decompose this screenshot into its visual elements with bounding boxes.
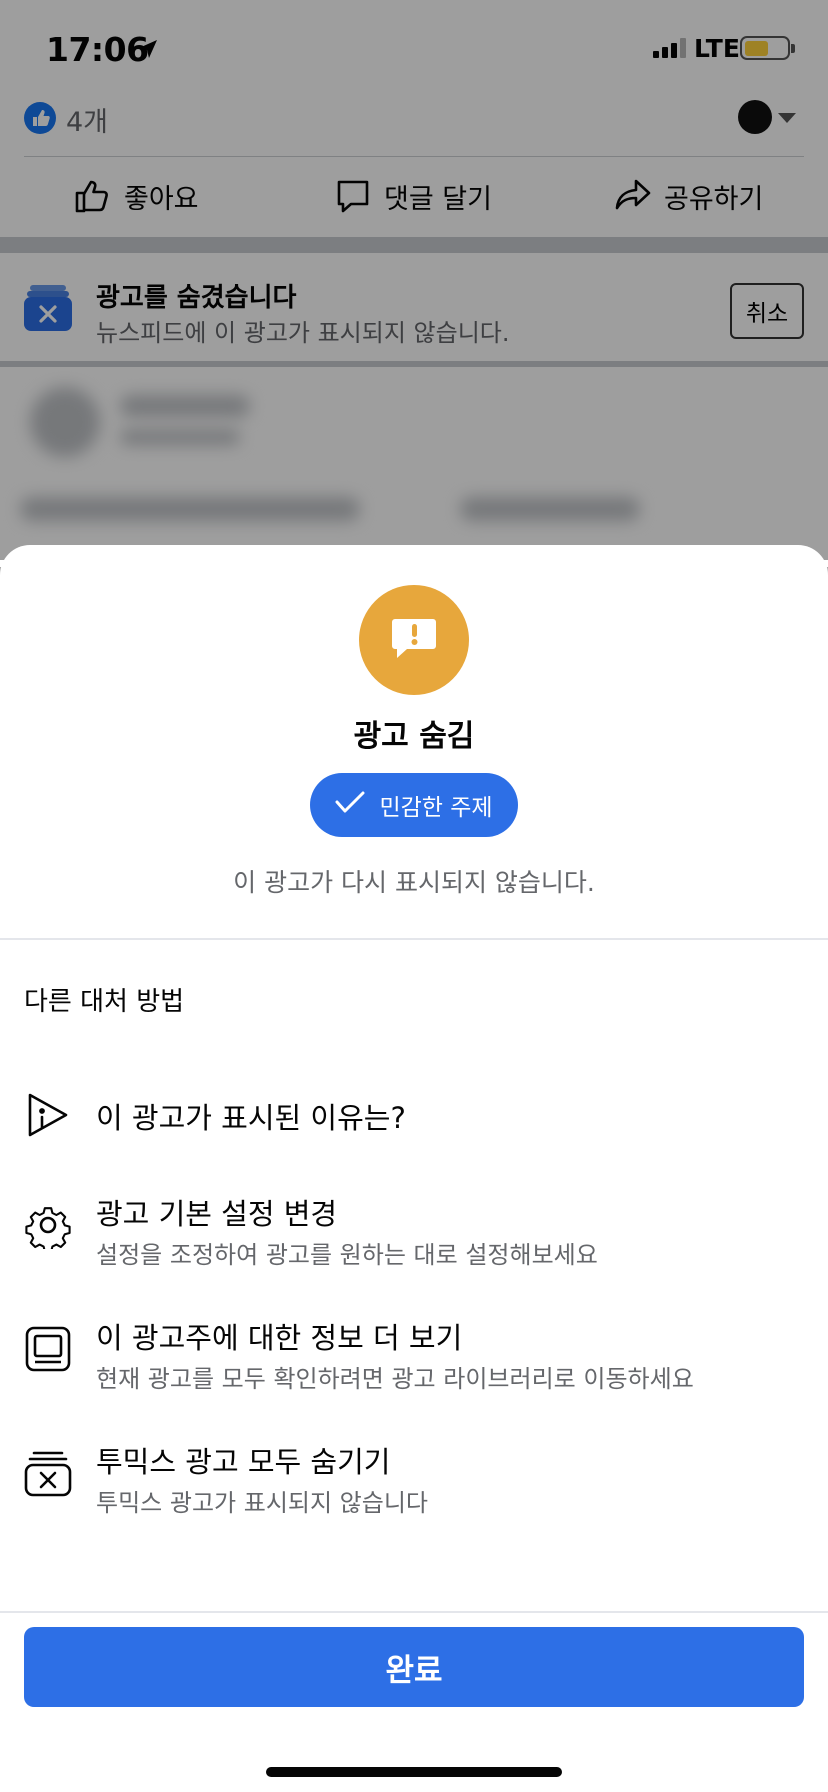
option-why-this-ad[interactable]: 이 광고가 표시된 이유는? <box>0 1067 828 1163</box>
play-triangle-info-icon <box>24 1091 72 1139</box>
reason-pill[interactable]: 민감한 주제 <box>310 773 518 837</box>
hide-ads-icon <box>24 1449 72 1497</box>
option-title: 광고 기본 설정 변경 <box>96 1197 338 1231</box>
alert-badge <box>359 585 469 695</box>
feed-background: 17:06 LTE 4개 좋아요 댓글 달기 공유하기 광고를 숨겼습니다 뉴스… <box>0 0 828 567</box>
modal-scrim[interactable] <box>0 0 828 560</box>
divider <box>0 1611 828 1613</box>
option-description: 투믹스 광고가 표시되지 않습니다 <box>96 1489 429 1517</box>
checkmark-icon <box>335 790 365 820</box>
hide-ad-sheet: 광고 숨김 민감한 주제 이 광고가 다시 표시되지 않습니다. 다른 대처 방… <box>0 545 828 1792</box>
option-title: 이 광고주에 대한 정보 더 보기 <box>96 1321 463 1355</box>
option-title: 이 광고가 표시된 이유는? <box>96 1101 406 1135</box>
reason-pill-label: 민감한 주제 <box>379 795 493 821</box>
sheet-subtitle: 이 광고가 다시 표시되지 않습니다. <box>233 868 595 897</box>
gear-icon <box>24 1201 72 1253</box>
ad-library-icon <box>24 1325 72 1373</box>
section-heading: 다른 대처 방법 <box>24 987 185 1017</box>
option-advertiser-info[interactable]: 이 광고주에 대한 정보 더 보기 현재 광고를 모두 확인하려면 광고 라이브… <box>0 1311 828 1407</box>
divider <box>0 938 828 940</box>
done-button[interactable]: 완료 <box>24 1627 804 1707</box>
report-speech-bubble-icon <box>391 617 437 663</box>
option-ad-preferences[interactable]: 광고 기본 설정 변경 설정을 조정하여 광고를 원하는 대로 설정해보세요 <box>0 1187 828 1283</box>
option-description: 설정을 조정하여 광고를 원하는 대로 설정해보세요 <box>96 1241 598 1269</box>
sheet-title: 광고 숨김 <box>353 719 475 754</box>
home-indicator[interactable] <box>266 1767 562 1777</box>
option-hide-all-ads[interactable]: 투믹스 광고 모두 숨기기 투믹스 광고가 표시되지 않습니다 <box>0 1435 828 1531</box>
option-description: 현재 광고를 모두 확인하려면 광고 라이브러리로 이동하세요 <box>96 1365 694 1393</box>
option-title: 투믹스 광고 모두 숨기기 <box>96 1445 391 1479</box>
